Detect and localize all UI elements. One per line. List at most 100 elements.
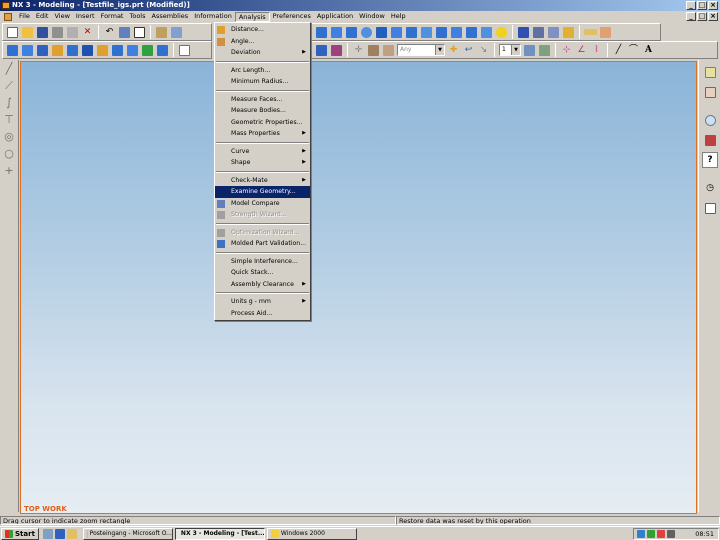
info-icon[interactable] xyxy=(133,26,146,39)
quicklaunch-desktop-icon[interactable] xyxy=(42,528,53,539)
selection-filter-combo[interactable]: Any ▼ xyxy=(397,44,445,56)
task-outlook[interactable]: Posteingang - Microsoft O... xyxy=(82,527,173,540)
circle-icon[interactable]: ○ xyxy=(1,146,17,162)
person-icon[interactable] xyxy=(367,44,380,57)
tool-icon[interactable] xyxy=(532,26,545,39)
wireframe-icon[interactable] xyxy=(21,44,34,57)
help-icon[interactable]: ? xyxy=(702,152,718,168)
line-tool-icon[interactable]: ╱ xyxy=(1,61,17,77)
minimize-button[interactable]: _ xyxy=(686,1,696,10)
point-icon[interactable]: ✚ xyxy=(447,44,460,57)
globe-icon[interactable] xyxy=(141,44,154,57)
hidden-icon[interactable] xyxy=(36,44,49,57)
face-icon[interactable] xyxy=(66,44,79,57)
intersect-icon[interactable]: ⊤ xyxy=(1,112,17,128)
title-bar[interactable]: NX 3 - Modeling - [Testfile_igs.prt (Mod… xyxy=(0,0,720,11)
boss-icon[interactable] xyxy=(420,26,433,39)
cube-icon[interactable] xyxy=(330,44,343,57)
plus-icon[interactable]: + xyxy=(1,163,17,179)
light-icon[interactable] xyxy=(495,26,508,39)
menu-insert[interactable]: Insert xyxy=(73,11,98,22)
spline-icon[interactable]: ⌇ xyxy=(590,44,603,57)
book-icon[interactable] xyxy=(81,44,94,57)
new-icon[interactable] xyxy=(6,26,19,39)
training-icon[interactable] xyxy=(702,132,718,148)
menu-edit[interactable]: Edit xyxy=(33,11,52,22)
web-browser-icon[interactable] xyxy=(702,112,718,128)
menu-item-process-aid[interactable]: Process Aid... xyxy=(215,308,310,320)
close-button[interactable]: × xyxy=(708,1,718,10)
ruler-icon[interactable] xyxy=(584,26,597,39)
line-icon[interactable]: ╱ xyxy=(612,44,625,57)
menu-analysis[interactable]: Analysis xyxy=(234,11,270,22)
box-icon[interactable] xyxy=(382,44,395,57)
tray-app-icon[interactable] xyxy=(657,530,665,538)
volume-icon[interactable] xyxy=(667,530,675,538)
menu-item-distance[interactable]: Distance... xyxy=(215,24,310,36)
undo-icon[interactable]: ↶ xyxy=(103,26,116,39)
menu-item-assembly-clearance[interactable]: Assembly Clearance ▶ xyxy=(215,279,310,291)
select-icon[interactable] xyxy=(118,26,131,39)
assembly-icon[interactable] xyxy=(111,44,124,57)
curve-icon[interactable]: ∫ xyxy=(1,95,17,111)
doc-minimize-button[interactable]: _ xyxy=(686,12,696,21)
menu-information[interactable]: Information xyxy=(191,11,235,22)
menu-assemblies[interactable]: Assemblies xyxy=(149,11,192,22)
menu-application[interactable]: Application xyxy=(314,11,356,22)
polyline-icon[interactable]: ⟋ xyxy=(1,78,17,94)
doc-maximize-button[interactable]: □ xyxy=(697,12,707,21)
cylinder-icon[interactable] xyxy=(330,26,343,39)
menu-item-model-compare[interactable]: Model Compare xyxy=(215,198,310,210)
graphics-window[interactable]: TOP WORK xyxy=(20,61,697,514)
blend-icon[interactable] xyxy=(465,26,478,39)
palette-icon[interactable] xyxy=(702,200,718,216)
menu-item-minimum-radius[interactable]: Minimum Radius... xyxy=(215,76,310,88)
pad-icon[interactable] xyxy=(450,26,463,39)
snap-icon[interactable]: ✛ xyxy=(352,44,365,57)
assembly-navigator-icon[interactable] xyxy=(702,64,718,80)
print-icon[interactable] xyxy=(51,26,64,39)
antivirus-icon[interactable] xyxy=(647,530,655,538)
save-icon[interactable] xyxy=(36,26,49,39)
menu-item-geometric-properties[interactable]: Geometric Properties... xyxy=(215,117,310,129)
shaded-icon[interactable] xyxy=(6,44,19,57)
copy-icon[interactable] xyxy=(66,26,79,39)
body-icon[interactable] xyxy=(51,44,64,57)
menu-item-check-mate[interactable]: Check-Mate ▶ xyxy=(215,175,310,187)
refresh-icon[interactable] xyxy=(178,44,191,57)
menu-item-measure-faces[interactable]: Measure Faces... xyxy=(215,94,310,106)
sheet-icon[interactable] xyxy=(156,44,169,57)
drop-shape-icon[interactable] xyxy=(315,44,328,57)
view-icon[interactable] xyxy=(170,26,183,39)
task-windows2000[interactable]: Windows 2000 xyxy=(266,527,357,540)
open-icon[interactable] xyxy=(21,26,34,39)
quicklaunch-mail-icon[interactable] xyxy=(66,528,77,539)
tube-icon[interactable] xyxy=(126,44,139,57)
menu-item-measure-bodies[interactable]: Measure Bodies... xyxy=(215,105,310,117)
menu-help[interactable]: Help xyxy=(388,11,409,22)
surface-icon[interactable] xyxy=(517,26,530,39)
menu-file[interactable]: File xyxy=(16,11,33,22)
delete-icon[interactable]: ✕ xyxy=(81,26,94,39)
menu-item-mass-properties[interactable]: Mass Properties ▶ xyxy=(215,128,310,140)
layers-icon[interactable] xyxy=(538,44,551,57)
extrude-icon[interactable] xyxy=(375,26,388,39)
menu-tools[interactable]: Tools xyxy=(126,11,148,22)
eraser-icon[interactable] xyxy=(599,26,612,39)
part-icon[interactable] xyxy=(96,44,109,57)
text-icon[interactable]: A xyxy=(642,44,655,57)
block-icon[interactable] xyxy=(315,26,328,39)
cone-icon[interactable] xyxy=(345,26,358,39)
network-icon[interactable] xyxy=(637,530,645,538)
menu-item-molded-part-validation[interactable]: Molded Part Validation... xyxy=(215,238,310,250)
angle-tool-icon[interactable]: ∠ xyxy=(575,44,588,57)
menu-item-examine-geometry[interactable]: Examine Geometry... xyxy=(215,186,310,198)
start-button[interactable]: Start xyxy=(1,527,39,540)
pocket-icon[interactable] xyxy=(435,26,448,39)
constraint-icon[interactable]: ⊹ xyxy=(560,44,573,57)
maximize-button[interactable]: □ xyxy=(697,1,707,10)
menu-item-angle[interactable]: Angle... xyxy=(215,36,310,48)
sphere-icon[interactable] xyxy=(360,26,373,39)
menu-item-deviation[interactable]: Deviation ▶ xyxy=(215,47,310,59)
menu-window[interactable]: Window xyxy=(356,11,388,22)
